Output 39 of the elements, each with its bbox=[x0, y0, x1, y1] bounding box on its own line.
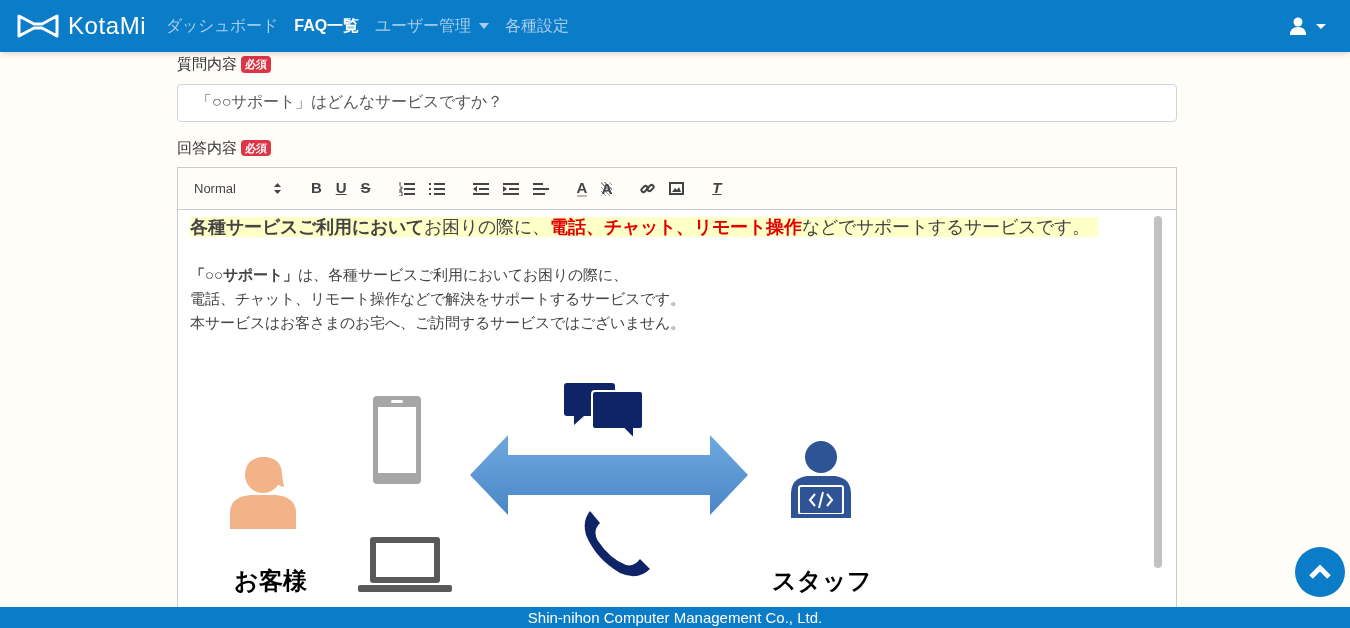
strikethrough-button[interactable]: S bbox=[360, 177, 371, 200]
footer-copyright: Shin-nihon Computer Management Co., Ltd. bbox=[0, 607, 1350, 628]
paragraph-line: 「○○サポート」は、各種サービスご利用においてお困りの際に、 bbox=[190, 265, 629, 285]
image-icon[interactable] bbox=[669, 182, 685, 195]
field-label: 回答内容 bbox=[177, 137, 237, 158]
required-badge: 必須 bbox=[241, 56, 271, 73]
scrollbar[interactable] bbox=[1154, 216, 1162, 568]
format-select[interactable]: Normal bbox=[194, 178, 281, 199]
link-icon[interactable] bbox=[640, 181, 656, 196]
diagram-label: スタッフ bbox=[772, 566, 872, 596]
bold-button[interactable]: B bbox=[310, 177, 322, 200]
ordered-list-icon[interactable] bbox=[398, 181, 415, 196]
chevron-up-icon bbox=[1308, 564, 1332, 580]
clear-format-button[interactable]: T bbox=[712, 177, 722, 200]
background-color-button[interactable]: A bbox=[601, 181, 613, 196]
underline-button[interactable]: U bbox=[335, 177, 347, 200]
indent-icon[interactable] bbox=[502, 182, 519, 195]
paragraph-line: 電話、チャット、リモート操作などで解決をサポートするサービスです。 bbox=[190, 289, 685, 309]
scroll-to-top-button[interactable] bbox=[1295, 547, 1345, 597]
bowtie-logo-icon bbox=[16, 13, 60, 39]
smartphone-icon bbox=[372, 395, 422, 485]
sort-arrows-icon bbox=[273, 183, 281, 194]
laptop-icon bbox=[358, 535, 452, 593]
paragraph-line: 本サービスはお客さまのお宅へ、ご訪問するサービスではございません。 bbox=[190, 313, 685, 333]
brand-logo[interactable]: KotaMi bbox=[68, 8, 147, 44]
editor-area[interactable]: 各種サービスご利用においてお困りの際に、電話、チャット、リモート操作などでサポートするサービスです。 「○○サポート」は、各種サービスご利用においてお困りの際に、 電話、チャット、リモート操作などで解決をサポートするサービスです。 本サービスはお客さまのお宅へ、ご訪問するサービスではございません。 お客様 スタッフ bbox=[177, 210, 1177, 607]
user-menu-icon[interactable] bbox=[1290, 17, 1326, 35]
highlighted-paragraph: 各種サービスご利用においてお困りの際に、電話、チャット、リモート操作などでサポートするサービスです。 bbox=[190, 217, 1098, 237]
align-left-icon[interactable] bbox=[532, 182, 549, 195]
diagram-label: お客様 bbox=[234, 566, 307, 596]
question-input-field[interactable]: 「○○サポート」はどんなサービスですか？ bbox=[177, 83, 1177, 122]
text-color-button[interactable]: A bbox=[576, 180, 588, 197]
field-label: 質問内容 bbox=[177, 54, 237, 74]
nav-link[interactable]: FAQ一覧 bbox=[294, 14, 360, 38]
phone-handset-icon bbox=[582, 509, 652, 579]
double-arrow-icon bbox=[468, 433, 750, 517]
required-badge: 必須 bbox=[241, 139, 271, 156]
bullet-list-icon[interactable] bbox=[428, 182, 445, 195]
outdent-icon[interactable] bbox=[472, 182, 489, 195]
